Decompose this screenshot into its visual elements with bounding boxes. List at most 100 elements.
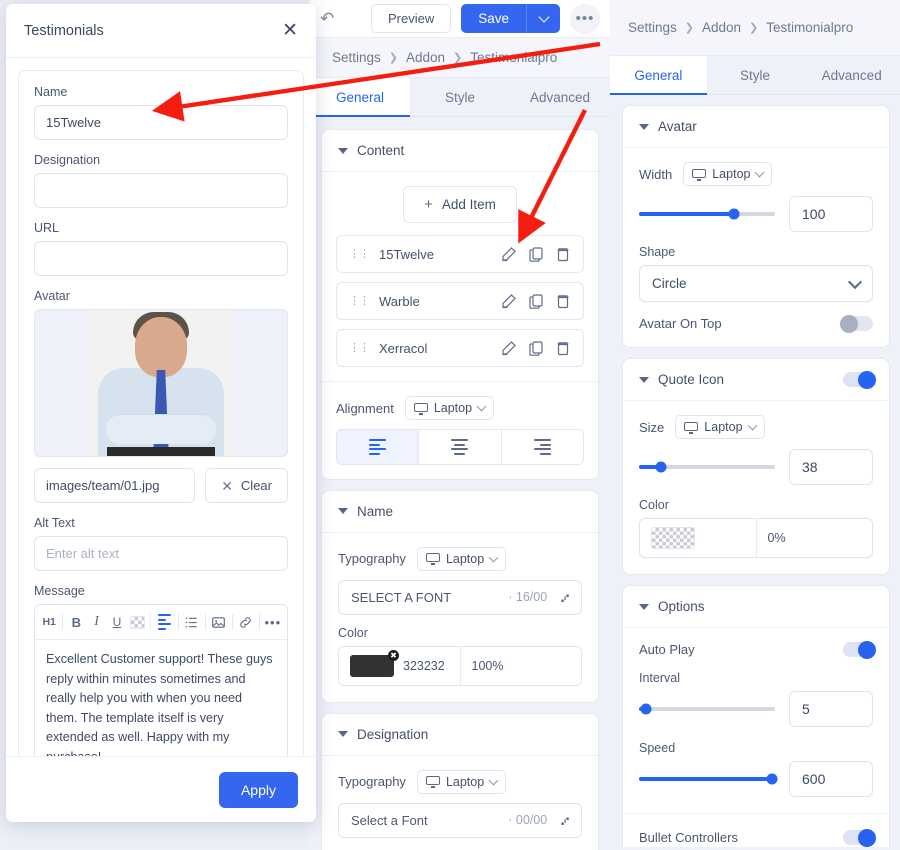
close-icon: ✕	[221, 477, 233, 494]
link-icon[interactable]	[236, 611, 256, 633]
color-swatch[interactable]: ✖	[350, 649, 399, 677]
font-value: SELECT A FONT	[351, 589, 452, 605]
tab-advanced[interactable]: Advanced	[510, 78, 610, 116]
more-icon[interactable]: •••	[263, 611, 283, 633]
bullet-list-icon[interactable]	[181, 611, 201, 633]
designation-font-select[interactable]: Select a Font · 00/00 ⑇	[338, 802, 582, 838]
content-section-header[interactable]: Content	[322, 130, 598, 172]
alt-text-input[interactable]	[34, 536, 288, 571]
typography-device-select[interactable]: Laptop	[416, 546, 507, 571]
text-color-icon[interactable]	[127, 611, 147, 633]
save-button[interactable]: Save	[461, 4, 526, 33]
typography-settings-icon[interactable]: ⑇	[561, 813, 569, 828]
alignment-device-select[interactable]: Laptop	[404, 396, 495, 420]
save-dropdown-chevron-icon[interactable]	[526, 4, 560, 33]
url-input[interactable]	[34, 241, 288, 276]
delete-icon[interactable]	[555, 293, 571, 309]
name-input[interactable]	[34, 105, 288, 140]
quote-color-swatch-cell[interactable]	[640, 519, 756, 557]
quote-size-slider[interactable]	[639, 461, 775, 473]
underline-icon[interactable]: U	[107, 611, 127, 633]
name-color-opacity-cell[interactable]: 100%	[459, 646, 582, 685]
heading1-icon[interactable]: H1	[39, 611, 59, 633]
tab-advanced[interactable]: Advanced	[803, 56, 900, 94]
add-item-button[interactable]: + Add Item	[403, 186, 517, 223]
avatar-on-top-toggle[interactable]	[840, 314, 873, 333]
avatar-width-slider[interactable]	[639, 208, 775, 220]
typography-settings-icon[interactable]: ⑇	[561, 590, 569, 605]
edit-icon[interactable]	[501, 246, 517, 262]
edit-icon[interactable]	[501, 293, 517, 309]
close-icon[interactable]: ✕	[282, 21, 298, 40]
breadcrumb-item-addon[interactable]: Addon	[702, 20, 741, 35]
drag-handle-icon[interactable]: ⋮⋮	[349, 342, 370, 354]
auto-play-toggle[interactable]	[843, 640, 876, 659]
bullet-controllers-toggle[interactable]	[843, 828, 876, 847]
interval-slider[interactable]	[639, 703, 775, 715]
quote-size-input[interactable]: 38	[789, 449, 873, 485]
quote-icon-section-header[interactable]: Quote Icon	[623, 359, 889, 401]
avatar-section-header[interactable]: Avatar	[623, 106, 889, 148]
align-left-button[interactable]	[336, 429, 420, 465]
more-options-button[interactable]: •••	[570, 3, 600, 34]
name-color-swatch-cell[interactable]: ✖ 323232	[339, 647, 460, 685]
breadcrumb-item-settings[interactable]: Settings	[628, 20, 677, 35]
speed-input[interactable]: 600	[789, 761, 873, 797]
avatar-width-input[interactable]: 100	[789, 196, 873, 232]
width-device-select[interactable]: Laptop	[683, 162, 773, 186]
clear-color-icon[interactable]: ✖	[388, 649, 399, 661]
list-item-label: 15Twelve	[379, 246, 434, 262]
bullet-controllers-row: Bullet Controllers	[639, 828, 876, 847]
table-row[interactable]: ⋮⋮ Xerracol	[336, 329, 584, 367]
avatar-path-input[interactable]	[34, 468, 196, 503]
color-swatch[interactable]	[651, 527, 695, 549]
align-center-button[interactable]	[419, 429, 502, 465]
duplicate-icon[interactable]	[528, 246, 544, 262]
italic-icon[interactable]: I	[86, 611, 106, 633]
middle-panel-scroll[interactable]: Content + Add Item ⋮⋮ 15Twelve ⋮⋮ Warble…	[310, 117, 610, 850]
preview-button[interactable]: Preview	[370, 4, 452, 33]
bold-icon[interactable]: B	[66, 611, 86, 633]
clear-avatar-button[interactable]: ✕ Clear	[205, 468, 288, 503]
options-section-header[interactable]: Options	[623, 586, 889, 628]
right-panel-scroll[interactable]: Avatar Width Laptop 100 Shape Circle Ava…	[610, 95, 900, 847]
avatar-image-preview[interactable]	[34, 309, 288, 457]
designation-input[interactable]	[34, 173, 288, 208]
table-row[interactable]: ⋮⋮ Warble	[336, 282, 584, 320]
breadcrumb-item-settings[interactable]: Settings	[332, 50, 381, 65]
drag-handle-icon[interactable]: ⋮⋮	[349, 295, 370, 307]
divider	[62, 614, 64, 630]
tab-style[interactable]: Style	[707, 56, 804, 94]
duplicate-icon[interactable]	[528, 340, 544, 356]
size-device-select[interactable]: Laptop	[675, 415, 765, 439]
name-font-select[interactable]: SELECT A FONT · 16/00 ⑇	[338, 579, 582, 615]
quote-color-opacity-cell[interactable]: 0%	[755, 519, 873, 557]
typography-device-label: Laptop	[445, 551, 485, 566]
breadcrumb-item-testimonialpro[interactable]: Testimonialpro	[766, 20, 853, 35]
name-section-header[interactable]: Name	[322, 491, 598, 533]
tab-style[interactable]: Style	[410, 78, 510, 116]
table-row[interactable]: ⋮⋮ 15Twelve	[336, 235, 584, 273]
delete-icon[interactable]	[555, 246, 571, 262]
message-textarea[interactable]: Excellent Customer support! These guys r…	[35, 640, 287, 756]
tab-general[interactable]: General	[610, 56, 707, 95]
duplicate-icon[interactable]	[528, 293, 544, 309]
apply-button[interactable]: Apply	[218, 771, 298, 808]
edit-icon[interactable]	[501, 340, 517, 356]
align-right-button[interactable]	[501, 429, 584, 465]
align-left-icon[interactable]	[154, 611, 174, 633]
avatar-shape-select[interactable]: Circle	[639, 265, 873, 302]
breadcrumb-item-testimonialpro[interactable]: Testimonialpro	[470, 50, 557, 65]
redo-icon[interactable]: ↷	[320, 9, 334, 29]
typography-device-select[interactable]: Laptop	[416, 769, 507, 794]
speed-slider[interactable]	[639, 773, 778, 785]
breadcrumb-item-addon[interactable]: Addon	[406, 50, 445, 65]
quote-icon-toggle[interactable]	[843, 370, 876, 389]
tab-general[interactable]: General	[310, 78, 410, 117]
image-icon[interactable]	[208, 611, 228, 633]
drag-handle-icon[interactable]: ⋮⋮	[349, 248, 370, 260]
delete-icon[interactable]	[555, 340, 571, 356]
designation-section-header[interactable]: Designation	[322, 714, 598, 756]
width-label: Width	[639, 166, 673, 182]
interval-input[interactable]: 5	[789, 691, 873, 727]
